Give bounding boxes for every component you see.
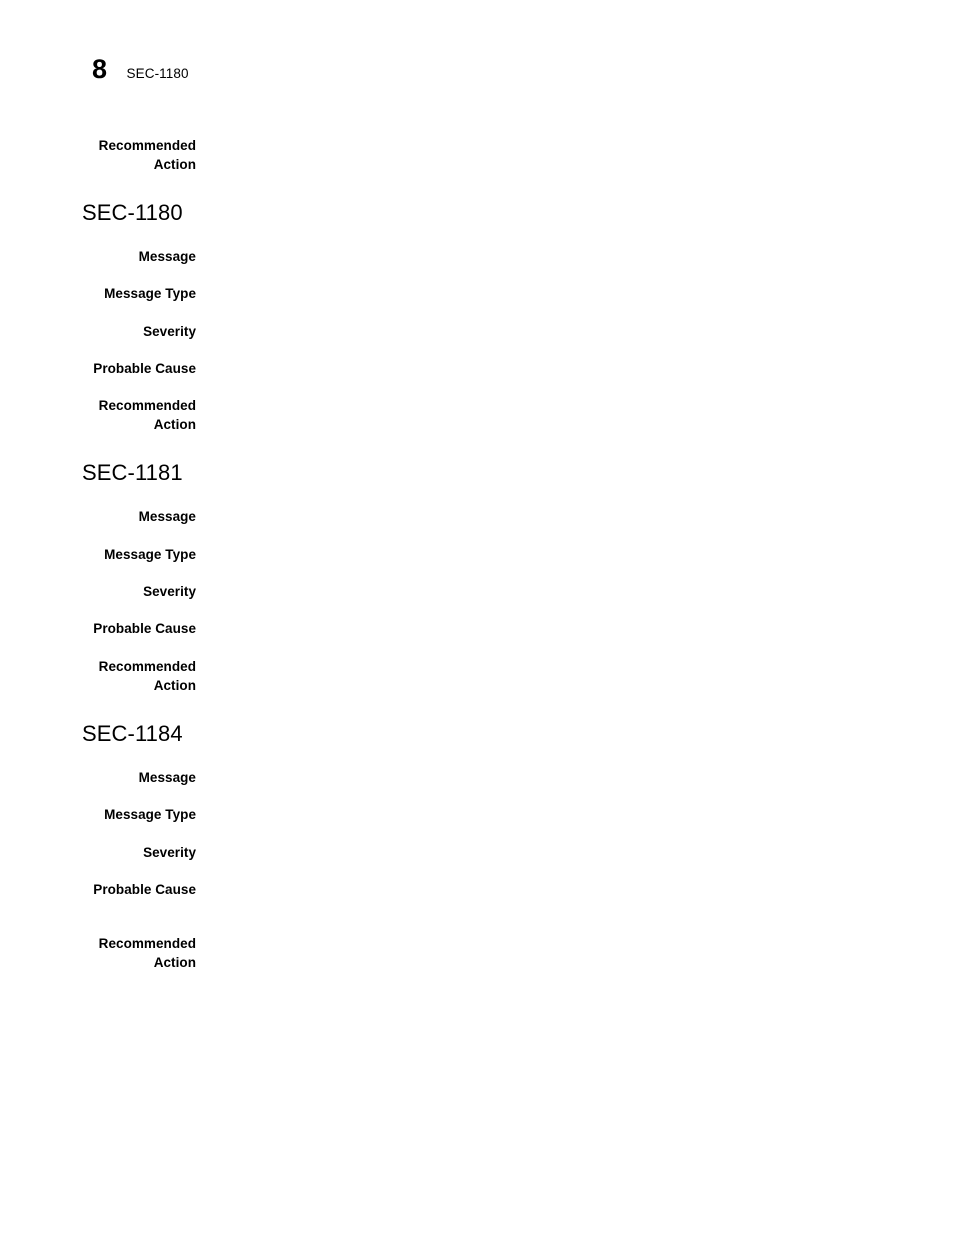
field-row: Recommended Action (0, 397, 954, 434)
field-value-message-type (196, 806, 954, 807)
field-label-message: Message (138, 770, 196, 785)
page-number: 8 (92, 54, 107, 84)
field-value-recommended-action (196, 137, 954, 138)
field-value-recommended-action (196, 935, 954, 936)
field-row: Message Type (0, 546, 954, 565)
field-row: Recommended Action (0, 137, 954, 174)
field-label-probable-cause: Probable Cause (93, 361, 196, 376)
field-row: Severity (0, 583, 954, 602)
field-label-severity: Severity (143, 584, 196, 599)
field-value-severity (196, 844, 954, 845)
field-value-probable-cause (196, 881, 954, 882)
field-value-message (196, 508, 954, 509)
field-value-message-type (196, 546, 954, 547)
section-heading: SEC-1184 (82, 721, 183, 746)
field-label-severity: Severity (143, 324, 196, 339)
field-label-probable-cause: Probable Cause (93, 621, 196, 636)
section-heading: SEC-1181 (82, 460, 183, 485)
field-label-message-type: Message Type (104, 547, 196, 562)
document-page: 8 SEC-1180 Recommended Action SEC-1180 Me… (0, 0, 954, 1235)
field-label-severity: Severity (143, 845, 196, 860)
header-title: SEC-1180 (126, 66, 189, 81)
field-row: Probable Cause (0, 881, 954, 900)
field-value-recommended-action (196, 397, 954, 398)
field-label-probable-cause: Probable Cause (93, 882, 196, 897)
field-row: Message Type (0, 806, 954, 825)
field-value-message (196, 248, 954, 249)
field-row: Severity (0, 844, 954, 863)
field-label-message-type: Message Type (104, 807, 196, 822)
field-label-recommended-action: Recommended Action (98, 936, 196, 970)
field-value-severity (196, 583, 954, 584)
field-row: Severity (0, 323, 954, 342)
field-label-message-type: Message Type (104, 286, 196, 301)
field-row: Message (0, 769, 954, 788)
field-label-recommended-action: Recommended Action (98, 138, 196, 172)
field-value-probable-cause (196, 620, 954, 621)
page-header: 8 SEC-1180 (92, 56, 189, 83)
section-heading: SEC-1180 (82, 200, 183, 225)
field-label-recommended-action: Recommended Action (98, 659, 196, 693)
field-value-recommended-action (196, 658, 954, 659)
field-row: Probable Cause (0, 360, 954, 379)
field-row: Message Type (0, 285, 954, 304)
field-value-message-type (196, 285, 954, 286)
field-row: Recommended Action (0, 935, 954, 972)
field-value-severity (196, 323, 954, 324)
field-row: Message (0, 508, 954, 527)
field-label-recommended-action: Recommended Action (98, 398, 196, 432)
field-row: Recommended Action (0, 658, 954, 695)
field-row: Probable Cause (0, 620, 954, 639)
field-label-message: Message (138, 509, 196, 524)
field-value-probable-cause (196, 360, 954, 361)
field-row: Message (0, 248, 954, 267)
field-label-message: Message (138, 249, 196, 264)
field-value-message (196, 769, 954, 770)
